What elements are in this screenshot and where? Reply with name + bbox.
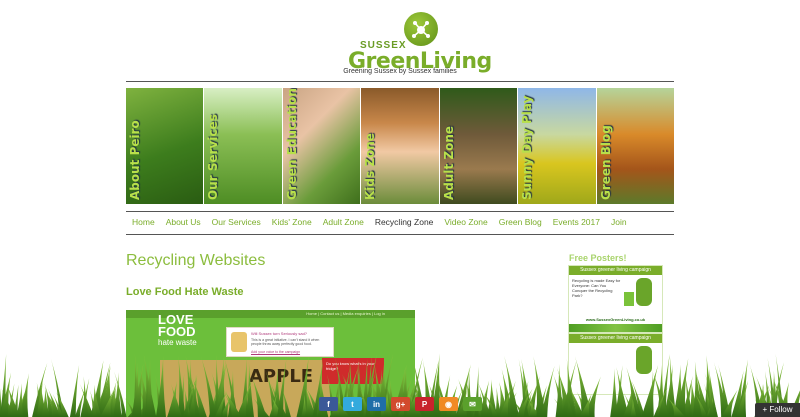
- recycle-bin-icon: [624, 292, 634, 306]
- frog-mascot-icon: [636, 278, 652, 306]
- follow-button[interactable]: + Follow: [755, 403, 800, 417]
- email-icon[interactable]: ✉: [463, 397, 482, 411]
- banner-label: Kids Zone: [363, 133, 378, 200]
- zone-banner: About Peiro Our Services Green Education…: [126, 88, 674, 204]
- banner-label: Sunny Day Play: [520, 95, 535, 200]
- lfhw-fridge-text: Do you know what's in your fridge?: [326, 361, 375, 371]
- banner-panel-green-education[interactable]: Green Education: [282, 88, 361, 204]
- pinterest-icon[interactable]: P: [415, 397, 434, 411]
- banner-label: Adult Zone: [441, 125, 456, 200]
- lfhw-nav-links: Home | Contact us | Media enquiries | Lo…: [306, 311, 385, 316]
- header-divider: [126, 81, 674, 82]
- lfhw-apple-text: APPLE: [249, 366, 314, 387]
- lfhw-card-link: Add your voice to the campaign: [251, 350, 301, 354]
- nav-item-join[interactable]: Join: [611, 217, 627, 227]
- site-tagline: Greening Sussex by Sussex families: [343, 68, 457, 75]
- banner-label: Green Education: [284, 88, 299, 200]
- lfhw-logo: LOVE FOOD hate waste: [158, 313, 197, 347]
- poster-header: Sussex greener living campaign: [569, 266, 662, 275]
- frog-mascot-icon: [636, 346, 652, 374]
- nav-item-events-2017[interactable]: Events 2017: [553, 217, 600, 227]
- banner-panel-about-peiro[interactable]: About Peiro: [126, 88, 204, 204]
- rss-icon[interactable]: ◉: [439, 397, 458, 411]
- nav-item-about-us[interactable]: About Us: [166, 217, 201, 227]
- twitter-icon[interactable]: t: [343, 397, 362, 411]
- banner-panel-kids-zone[interactable]: Kids Zone: [361, 88, 439, 204]
- poster-grass: [569, 324, 662, 332]
- nav-item-our-services[interactable]: Our Services: [212, 217, 261, 227]
- banner-label: Our Services: [206, 114, 221, 200]
- frog-icon: [412, 21, 430, 38]
- lfhw-quote-card: Will Sussex turn Seriously sad? This is …: [226, 327, 334, 357]
- banner-label: About Peiro: [128, 120, 142, 200]
- nav-item-home[interactable]: Home: [132, 217, 155, 227]
- nav-divider-bottom: [126, 234, 674, 235]
- nav-item-green-blog[interactable]: Green Blog: [499, 217, 542, 227]
- nav-divider-top: [126, 211, 674, 212]
- banner-label: Green Blog: [598, 125, 613, 200]
- lfhw-card-title: Will Sussex turn Seriously sad?: [251, 331, 308, 336]
- nav-item-adult-zone[interactable]: Adult Zone: [323, 217, 364, 227]
- sidebar-title: Free Posters!: [569, 253, 627, 263]
- social-share-bar: f t in g+ P ◉ ✉: [319, 397, 487, 411]
- nav-item-video-zone[interactable]: Video Zone: [444, 217, 487, 227]
- poster-2[interactable]: Sussex greener living campaign: [568, 333, 663, 395]
- linkedin-icon[interactable]: in: [367, 397, 386, 411]
- poster-text: Recycling is made Easy for Everyone: Can…: [572, 278, 621, 298]
- googleplus-icon[interactable]: g+: [391, 397, 410, 411]
- main-nav: Home About Us Our Services Kids' Zone Ad…: [132, 217, 638, 227]
- nav-item-kids-zone[interactable]: Kids' Zone: [272, 217, 312, 227]
- lfhw-logo-food: FOOD: [158, 324, 196, 339]
- section-heading-love-food-hate-waste[interactable]: Love Food Hate Waste: [126, 286, 244, 298]
- page-title: Recycling Websites: [126, 252, 266, 269]
- banner-panel-sunny-day-play[interactable]: Sunny Day Play: [518, 88, 596, 204]
- poster-url: www.SussexGreenLiving.co.uk: [585, 317, 646, 322]
- lfhw-logo-hate-waste: hate waste: [158, 338, 197, 347]
- nav-item-recycling-zone[interactable]: Recycling Zone: [375, 217, 434, 227]
- lfhw-card-body: This is a great initiative. I can't stan…: [251, 338, 320, 346]
- banner-panel-our-services[interactable]: Our Services: [204, 88, 282, 204]
- banner-panel-green-blog[interactable]: Green Blog: [596, 88, 674, 204]
- facebook-icon[interactable]: f: [319, 397, 338, 411]
- banner-panel-adult-zone[interactable]: Adult Zone: [439, 88, 518, 204]
- poster-header: Sussex greener living campaign: [569, 334, 662, 343]
- poster-1[interactable]: Sussex greener living campaign Recycling…: [568, 265, 663, 333]
- giraffe-icon: [231, 332, 247, 352]
- lfhw-fridge-promo: Do you know what's in your fridge?: [322, 358, 384, 384]
